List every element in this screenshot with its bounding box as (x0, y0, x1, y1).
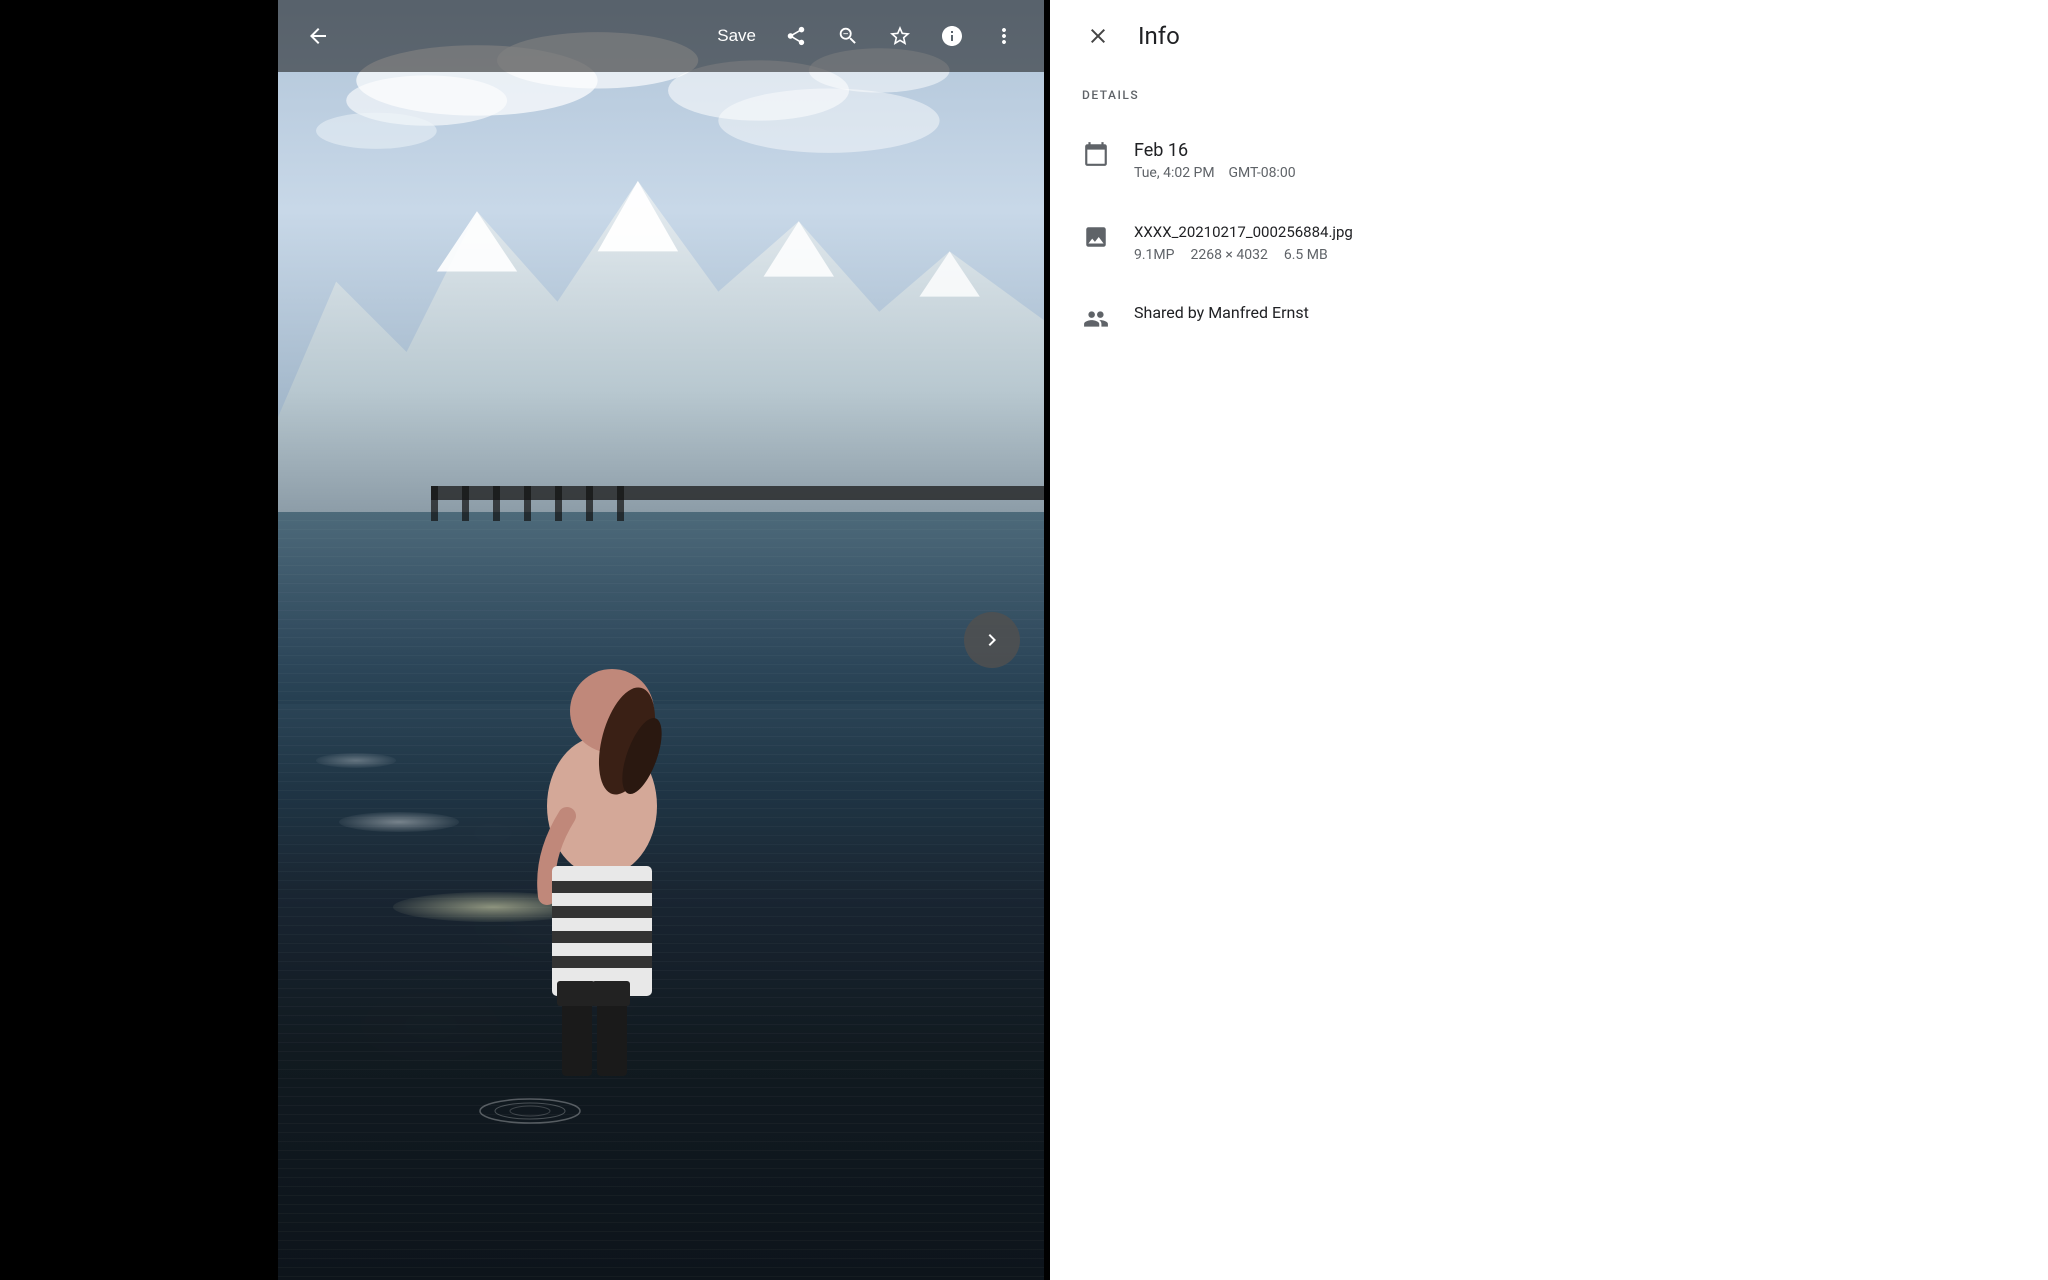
info-button[interactable] (928, 12, 976, 60)
shared-row: Shared by Manfred Ernst (1082, 283, 2016, 353)
file-row: XXXX_20210217_000256884.jpg 9.1MP 2268 ×… (1082, 201, 2016, 283)
shared-text: Shared by Manfred Ernst (1134, 303, 2016, 322)
share-button[interactable] (772, 12, 820, 60)
people-icon (1082, 305, 1110, 333)
date-content: Feb 16 Tue, 4:02 PM GMT-08:00 (1134, 138, 2016, 181)
date-row: Feb 16 Tue, 4:02 PM GMT-08:00 (1082, 118, 2016, 201)
more-button[interactable] (980, 12, 1028, 60)
toolbar-left (294, 12, 342, 60)
save-button[interactable]: Save (705, 12, 768, 60)
info-panel-title: Info (1138, 22, 1180, 50)
file-content: XXXX_20210217_000256884.jpg 9.1MP 2268 ×… (1134, 221, 2016, 263)
calendar-icon (1082, 140, 1110, 168)
photo-container: Save (278, 0, 1044, 1280)
more-icon (992, 24, 1016, 48)
file-name: XXXX_20210217_000256884.jpg (1134, 221, 2016, 244)
zoom-button[interactable] (824, 12, 872, 60)
close-info-button[interactable] (1074, 12, 1122, 60)
info-header: Info (1050, 0, 2048, 72)
water-reflection-2 (339, 812, 459, 832)
photo-scene (278, 0, 1044, 1280)
info-body: DETAILS Feb 16 Tue, 4:02 PM GMT-08:00 (1050, 72, 2048, 1280)
person-silhouette (492, 626, 712, 1126)
shared-content: Shared by Manfred Ernst (1134, 303, 2016, 322)
date-timezone: GMT-08:00 (1229, 165, 1296, 181)
next-photo-button[interactable] (964, 612, 1020, 668)
info-panel: Info DETAILS Feb 16 Tue, 4:02 PM GMT-08:… (1050, 0, 2048, 1280)
file-megapixels: 9.1MP (1134, 247, 1174, 263)
file-details: 9.1MP 2268 × 4032 6.5 MB (1134, 247, 2016, 263)
date-time: Tue, 4:02 PM (1134, 165, 1215, 181)
details-section-label: DETAILS (1082, 88, 2016, 102)
star-icon (888, 24, 912, 48)
image-icon (1082, 223, 1110, 251)
left-black-area (0, 0, 278, 1280)
close-icon (1086, 24, 1110, 48)
zoom-icon (837, 25, 859, 47)
file-size: 6.5 MB (1284, 247, 1328, 263)
back-icon (306, 24, 330, 48)
back-button[interactable] (294, 12, 342, 60)
photo-toolbar: Save (278, 0, 1044, 72)
share-icon (785, 25, 807, 47)
pier-posts (431, 486, 1044, 521)
water-reflection-3 (316, 753, 396, 768)
toolbar-right: Save (705, 12, 1028, 60)
file-dimensions: 2268 × 4032 (1190, 247, 1267, 263)
star-button[interactable] (876, 12, 924, 60)
date-main: Feb 16 (1134, 138, 2016, 163)
info-icon (940, 24, 964, 48)
chevron-right-icon (980, 628, 1004, 652)
date-sub: Tue, 4:02 PM GMT-08:00 (1134, 165, 2016, 181)
